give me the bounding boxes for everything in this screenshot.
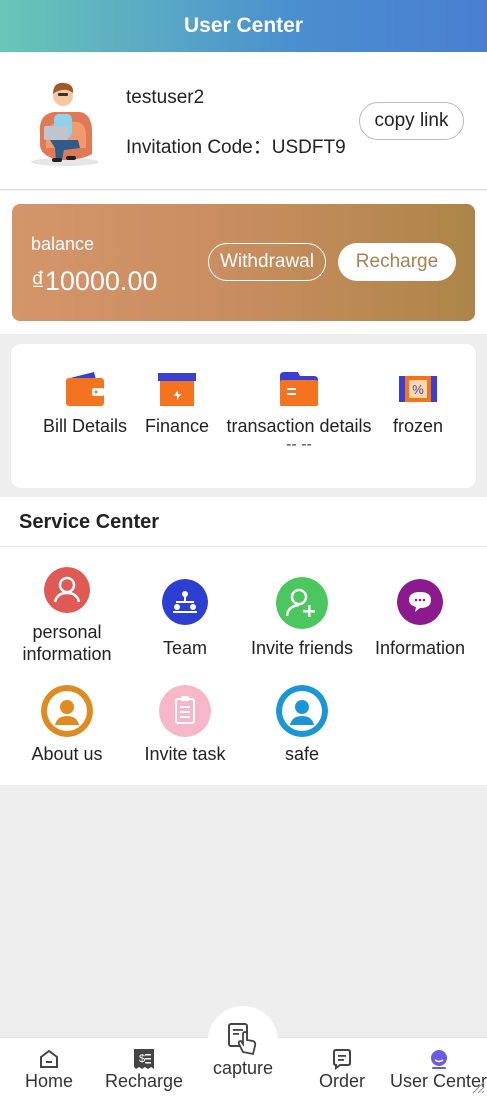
copy-link-button[interactable]: copy link <box>359 102 464 140</box>
user-center-icon <box>430 1050 447 1069</box>
safe-icon <box>276 685 328 737</box>
recharge-button[interactable]: Recharge <box>338 243 456 281</box>
divider <box>0 546 487 547</box>
balance-card: balance ₫10000.00 Withdrawal Recharge <box>12 204 475 321</box>
withdrawal-button[interactable]: Withdrawal <box>208 243 326 281</box>
service-about-us[interactable]: About us <box>8 685 126 765</box>
service-label: personal information <box>22 622 112 664</box>
tab-capture[interactable]: capture <box>193 1022 293 1079</box>
clipboard-icon <box>159 685 211 737</box>
svg-text:%: % <box>412 382 424 397</box>
quick-link-label: transaction details <box>226 416 372 436</box>
wallet-icon <box>66 372 104 406</box>
tab-home[interactable]: Home <box>0 1038 98 1096</box>
username: testuser2 <box>126 87 205 108</box>
svg-text:$: $ <box>139 1053 145 1065</box>
service-label: Information <box>374 638 466 658</box>
app-header: User Center <box>0 0 487 52</box>
team-icon <box>162 579 208 625</box>
quick-link-sublabel: -- -- <box>286 436 312 453</box>
quick-links-card: Bill Details Finance transaction details… <box>11 344 476 488</box>
service-information[interactable]: Information <box>361 579 479 659</box>
service-label: About us <box>31 744 103 764</box>
chat-icon <box>397 579 443 625</box>
tab-order[interactable]: Order <box>293 1038 391 1096</box>
receipt-icon: $ <box>134 1049 154 1069</box>
service-label: Invite task <box>144 744 226 764</box>
quick-link-label: frozen <box>392 416 444 436</box>
page-title: User Center <box>183 14 304 37</box>
balance-section: balance ₫10000.00 Withdrawal Recharge <box>0 191 487 334</box>
coupon-icon: % <box>399 376 437 402</box>
service-center: Service Center personal information Team <box>0 497 487 785</box>
invitation-code: Invitation Code：USDFT9 <box>126 137 346 158</box>
quick-link-finance[interactable]: Finance <box>141 370 213 437</box>
quick-link-transaction-details[interactable]: transaction details -- -- <box>224 370 374 453</box>
add-user-icon <box>276 577 328 629</box>
person-icon <box>44 567 90 613</box>
hand-tap-icon <box>228 1023 257 1056</box>
quick-link-label: Bill Details <box>43 416 128 436</box>
avatar <box>31 82 99 166</box>
quick-link-frozen[interactable]: % frozen <box>383 370 453 437</box>
service-invite-friends[interactable]: Invite friends <box>243 577 361 659</box>
service-center-title: Service Center <box>19 511 160 533</box>
balance-amount: ₫10000.00 <box>31 266 158 296</box>
about-icon <box>41 685 93 737</box>
quick-link-bill-details[interactable]: Bill Details <box>43 370 127 437</box>
tab-label: Home <box>24 1071 73 1091</box>
order-icon <box>333 1049 351 1070</box>
balance-label: balance <box>31 234 95 254</box>
tab-label: capture <box>212 1058 274 1078</box>
tab-recharge[interactable]: $ Recharge <box>95 1038 193 1096</box>
card-icon <box>280 372 318 406</box>
profile-section: testuser2 Invitation Code：USDFT9 copy li… <box>0 52 487 190</box>
service-safe[interactable]: safe <box>243 685 361 765</box>
home-icon <box>40 1049 58 1068</box>
resize-grip-icon <box>472 1081 485 1094</box>
service-team[interactable]: Team <box>126 579 244 659</box>
service-label: Team <box>162 638 207 658</box>
finance-box-icon <box>158 373 196 406</box>
service-label: safe <box>284 744 320 764</box>
tab-label: Recharge <box>104 1071 184 1091</box>
service-label: Invite friends <box>250 638 354 658</box>
service-invite-task[interactable]: Invite task <box>126 685 244 765</box>
quick-link-label: Finance <box>144 416 210 436</box>
service-personal-information[interactable]: personal information <box>8 567 126 665</box>
tab-label: Order <box>318 1071 365 1091</box>
